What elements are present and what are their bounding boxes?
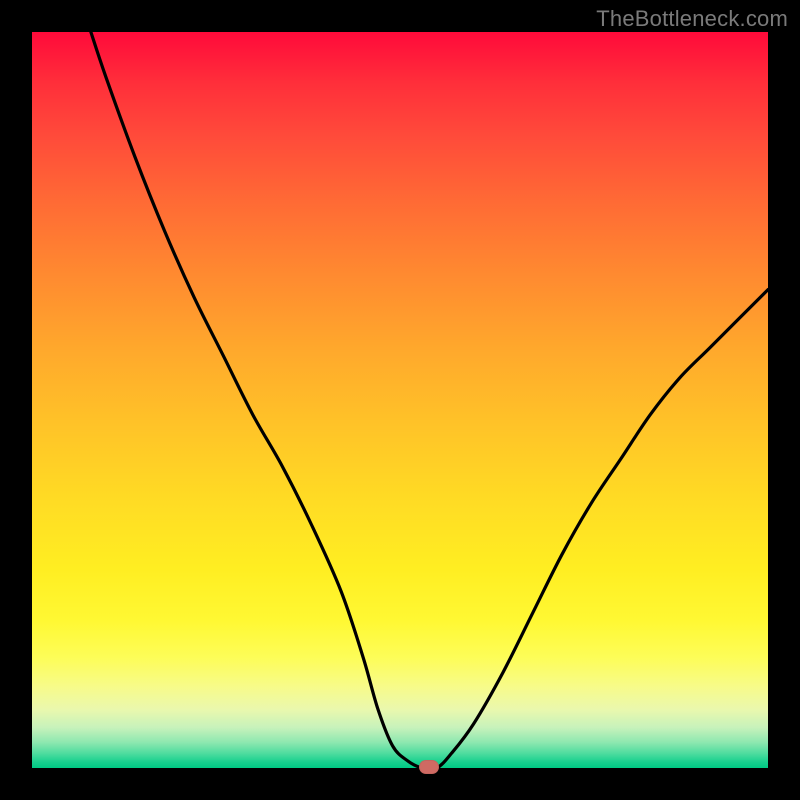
optimal-point-marker	[419, 760, 439, 774]
plot-area	[32, 32, 768, 768]
bottleneck-curve	[32, 32, 768, 768]
chart-frame: TheBottleneck.com	[0, 0, 800, 800]
watermark-text: TheBottleneck.com	[596, 6, 788, 32]
